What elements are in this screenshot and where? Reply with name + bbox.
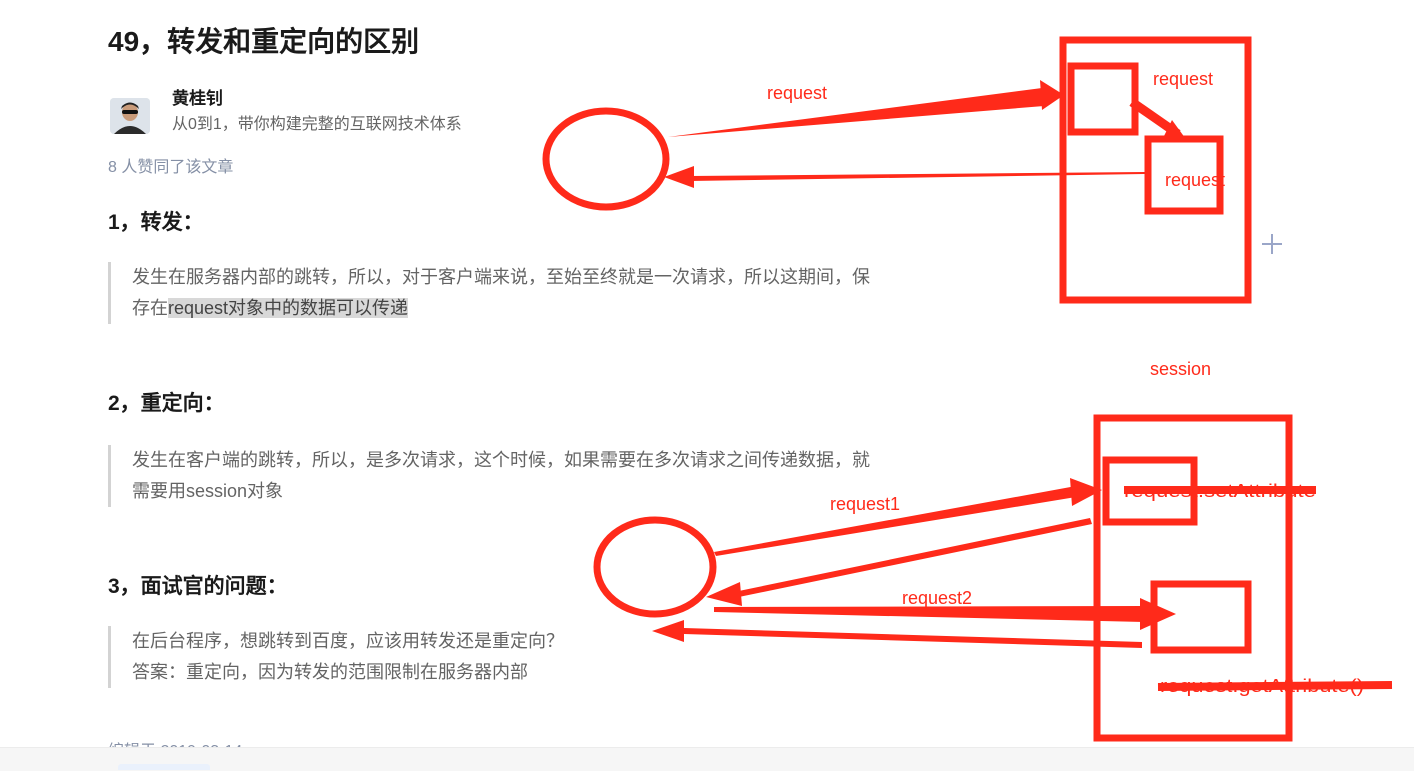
request2-arrowhead — [1140, 598, 1176, 630]
label-request-inner-1: request — [1153, 69, 1213, 89]
response-arrow — [690, 172, 1146, 181]
annotation-overlay: request request request session request1… — [542, 36, 1393, 742]
servlet-box-1 — [1067, 62, 1139, 136]
request2-arrow — [714, 606, 1146, 622]
crosshair-cursor-icon — [1262, 234, 1282, 254]
final-response-arrowhead — [652, 620, 684, 642]
label-request-inner-2: request — [1165, 170, 1225, 190]
redirect-response-arrow — [734, 518, 1092, 598]
client-circle-forward — [542, 107, 670, 211]
label-session: session — [1150, 359, 1211, 379]
label-request2: request2 — [902, 588, 972, 608]
client-circle-redirect — [593, 516, 717, 618]
response-arrowhead — [664, 166, 694, 188]
label-request1: request1 — [830, 494, 900, 514]
final-response-arrow — [684, 628, 1142, 648]
request-arrow — [668, 88, 1062, 137]
get-attribute-strike — [1157, 681, 1393, 691]
label-request: request — [767, 83, 827, 103]
